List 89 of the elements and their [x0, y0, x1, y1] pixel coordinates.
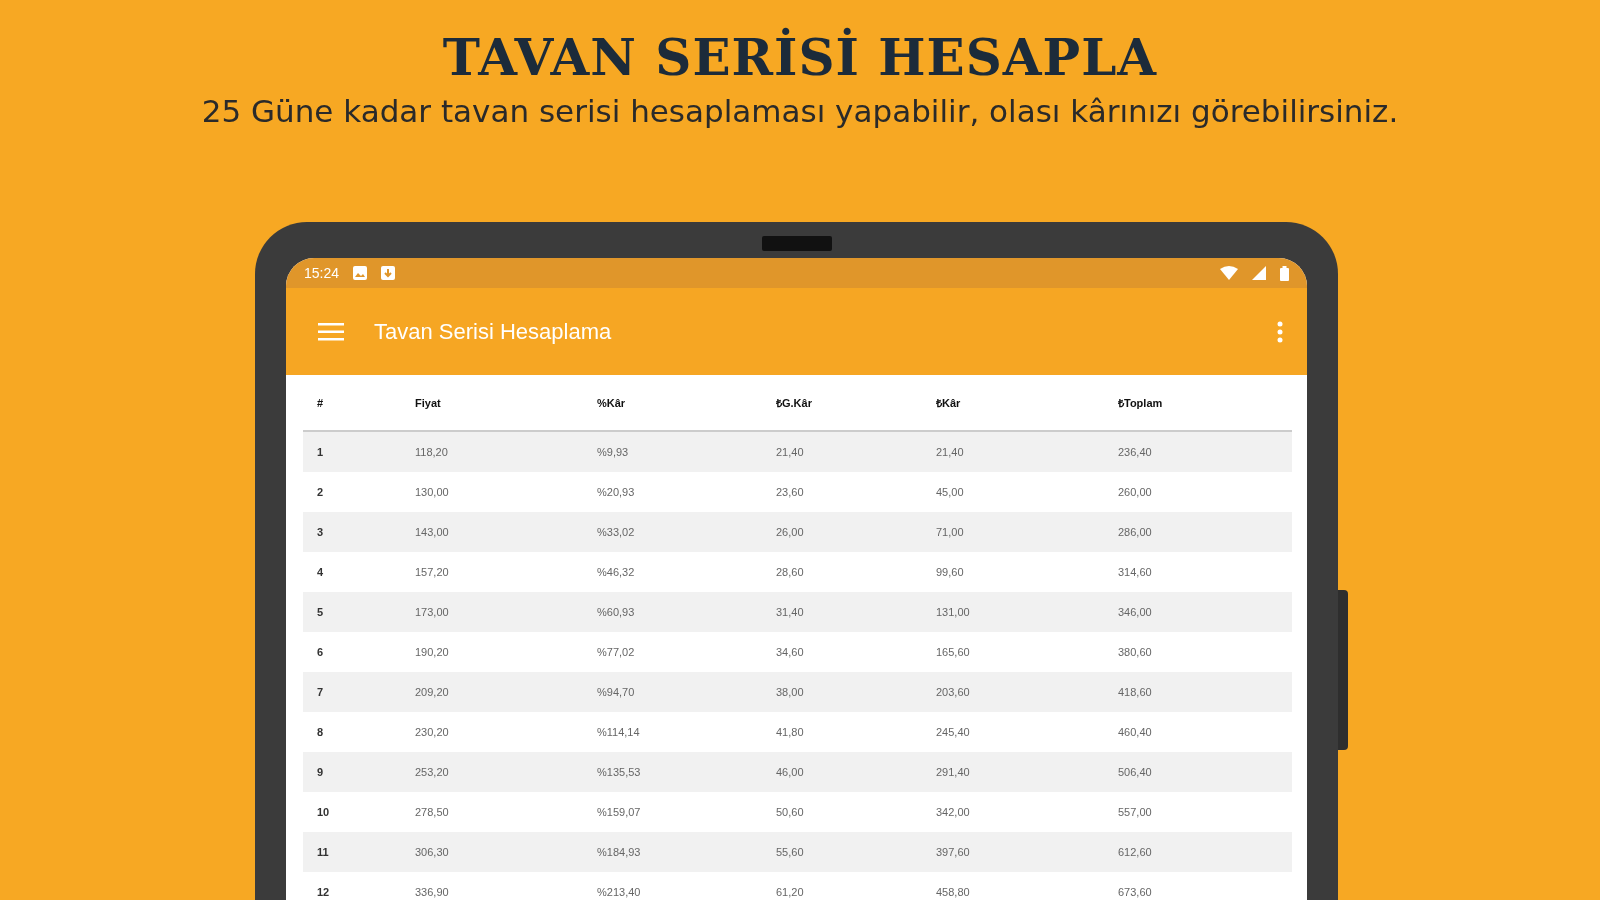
table-cell-text: 21,40: [776, 446, 805, 458]
table-cell-text: 173,00: [415, 606, 450, 618]
table-cell-text: 38,00: [776, 686, 805, 698]
table-cell-text: 230,20: [415, 726, 450, 738]
table-cell-text: 209,20: [415, 686, 450, 698]
table-cell-text: 380,60: [1118, 646, 1153, 658]
signal-icon: [1252, 266, 1266, 280]
table-cell-text: %184,93: [597, 846, 642, 858]
table-cell-text: 11: [317, 846, 330, 858]
table-cell-text: 2: [317, 486, 325, 498]
table-cell-text: 28,60: [776, 566, 805, 578]
table-cell-text: %135,53: [597, 766, 642, 778]
table-cell-text: 1: [317, 446, 325, 458]
table-cell-text: 4: [317, 566, 325, 578]
table-cell-text: %9,93: [597, 446, 630, 458]
table-cell-text: 236,40: [1118, 446, 1153, 458]
table-cell-text: 506,40: [1118, 766, 1153, 778]
table-cell-text: 99,60: [936, 566, 965, 578]
table-cell-text: 26,00: [776, 526, 805, 538]
table-cell-text: 165,60: [936, 646, 971, 658]
table-cell-text: 673,60: [1118, 886, 1153, 898]
table-cell-text: 306,30: [415, 846, 450, 858]
table-cell-text: 31,40: [776, 606, 805, 618]
table-cell-text: 336,90: [415, 886, 450, 898]
column-header: #: [317, 396, 325, 409]
table-cell-text: 10: [317, 806, 331, 818]
table-cell-text: 157,20: [415, 566, 450, 578]
table-cell-text: 612,60: [1118, 846, 1153, 858]
table-cell-text: 118,20: [415, 446, 449, 458]
table-cell-text: 342,00: [936, 806, 971, 818]
table-cell-text: 9: [317, 766, 325, 778]
table-cell-text: 557,00: [1118, 806, 1153, 818]
table-cell-text: 291,40: [936, 766, 971, 778]
table-cell-text: %20,93: [597, 486, 636, 498]
more-icon[interactable]: [1277, 320, 1283, 343]
table-cell-text: 346,00: [1118, 606, 1153, 618]
table-cell-text: %33,02: [597, 526, 636, 538]
table-cell-text: 190,20: [415, 646, 450, 658]
table-cell-text: 3: [317, 526, 325, 538]
table-cell-text: 61,20: [776, 886, 805, 898]
table-cell-text: 458,80: [936, 886, 971, 898]
table-cell-text: 12: [317, 886, 331, 898]
table-cell-text: 34,60: [776, 646, 805, 658]
status-time: 15:24: [304, 265, 340, 281]
table-cell-text: 5: [317, 606, 325, 618]
table-cell-text: 7: [317, 686, 325, 698]
column-header: %Kâr: [597, 396, 627, 409]
table-cell-text: 45,00: [936, 486, 965, 498]
table-cell-text: %213,40: [597, 886, 642, 898]
camera-bar: [762, 236, 832, 251]
table-cell-text: %159,07: [597, 806, 642, 818]
table-cell-text: 23,60: [776, 486, 805, 498]
image-icon: [353, 266, 368, 280]
table-cell-text: 286,00: [1118, 526, 1153, 538]
app-title: Tavan Serisi Hesaplama: [374, 318, 613, 345]
column-header: ₺G.Kâr: [776, 396, 813, 410]
table-cell-text: 278,50: [415, 806, 450, 818]
table-cell-text: 203,60: [936, 686, 971, 698]
table-cell-text: 253,20: [415, 766, 450, 778]
table-cell-text: 131,00: [936, 606, 971, 618]
table-cell-text: 6: [317, 646, 325, 658]
table-cell-text: 245,40: [936, 726, 971, 738]
table-cell-text: 418,60: [1118, 686, 1153, 698]
table-cell-text: %114,14: [597, 726, 641, 738]
table-cell-text: 397,60: [936, 846, 971, 858]
table-cell-text: 8: [317, 726, 325, 738]
table-cell-text: %77,02: [597, 646, 636, 658]
download-icon: [381, 266, 396, 280]
column-header: Fiyat: [415, 396, 442, 409]
table-cell-text: 41,80: [776, 726, 805, 738]
table-cell-text: 50,60: [776, 806, 805, 818]
column-header: ₺Kâr: [936, 396, 962, 410]
table-cell-text: 55,60: [776, 846, 805, 858]
table-cell-text: 46,00: [776, 766, 805, 778]
table-cell-text: 130,00: [415, 486, 450, 498]
table-cell-text: %94,70: [597, 686, 636, 698]
column-header: ₺Toplam: [1118, 396, 1164, 410]
table-cell-text: 143,00: [415, 526, 450, 538]
table-cell-text: %60,93: [597, 606, 636, 618]
battery-icon: [1280, 265, 1289, 281]
table-cell-text: 314,60: [1118, 566, 1153, 578]
menu-icon[interactable]: [318, 322, 344, 341]
table-cell-text: %46,32: [597, 566, 636, 578]
table-cell-text: 460,40: [1118, 726, 1153, 738]
wifi-icon: [1220, 266, 1238, 280]
table-cell-text: 21,40: [936, 446, 965, 458]
headline-subtitle: 25 Güne kadar tavan serisi hesaplaması yapabilir, olası kârınızı görebilirsiniz.: [201, 93, 1399, 129]
table-cell-text: 260,00: [1118, 486, 1153, 498]
table-cell-text: 71,00: [936, 526, 965, 538]
